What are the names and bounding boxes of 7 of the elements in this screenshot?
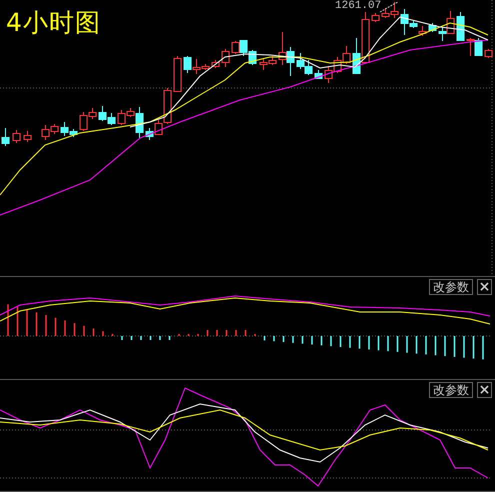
chart-title: 4小时图 (6, 8, 101, 38)
close-button[interactable]: × (477, 382, 492, 398)
change-parameters-button[interactable]: 改参数 (429, 279, 473, 295)
close-button[interactable]: × (477, 279, 492, 295)
change-parameters-button[interactable]: 改参数 (429, 382, 473, 398)
price-label: 1261.07 (335, 0, 382, 13)
leader-line (380, 2, 398, 12)
